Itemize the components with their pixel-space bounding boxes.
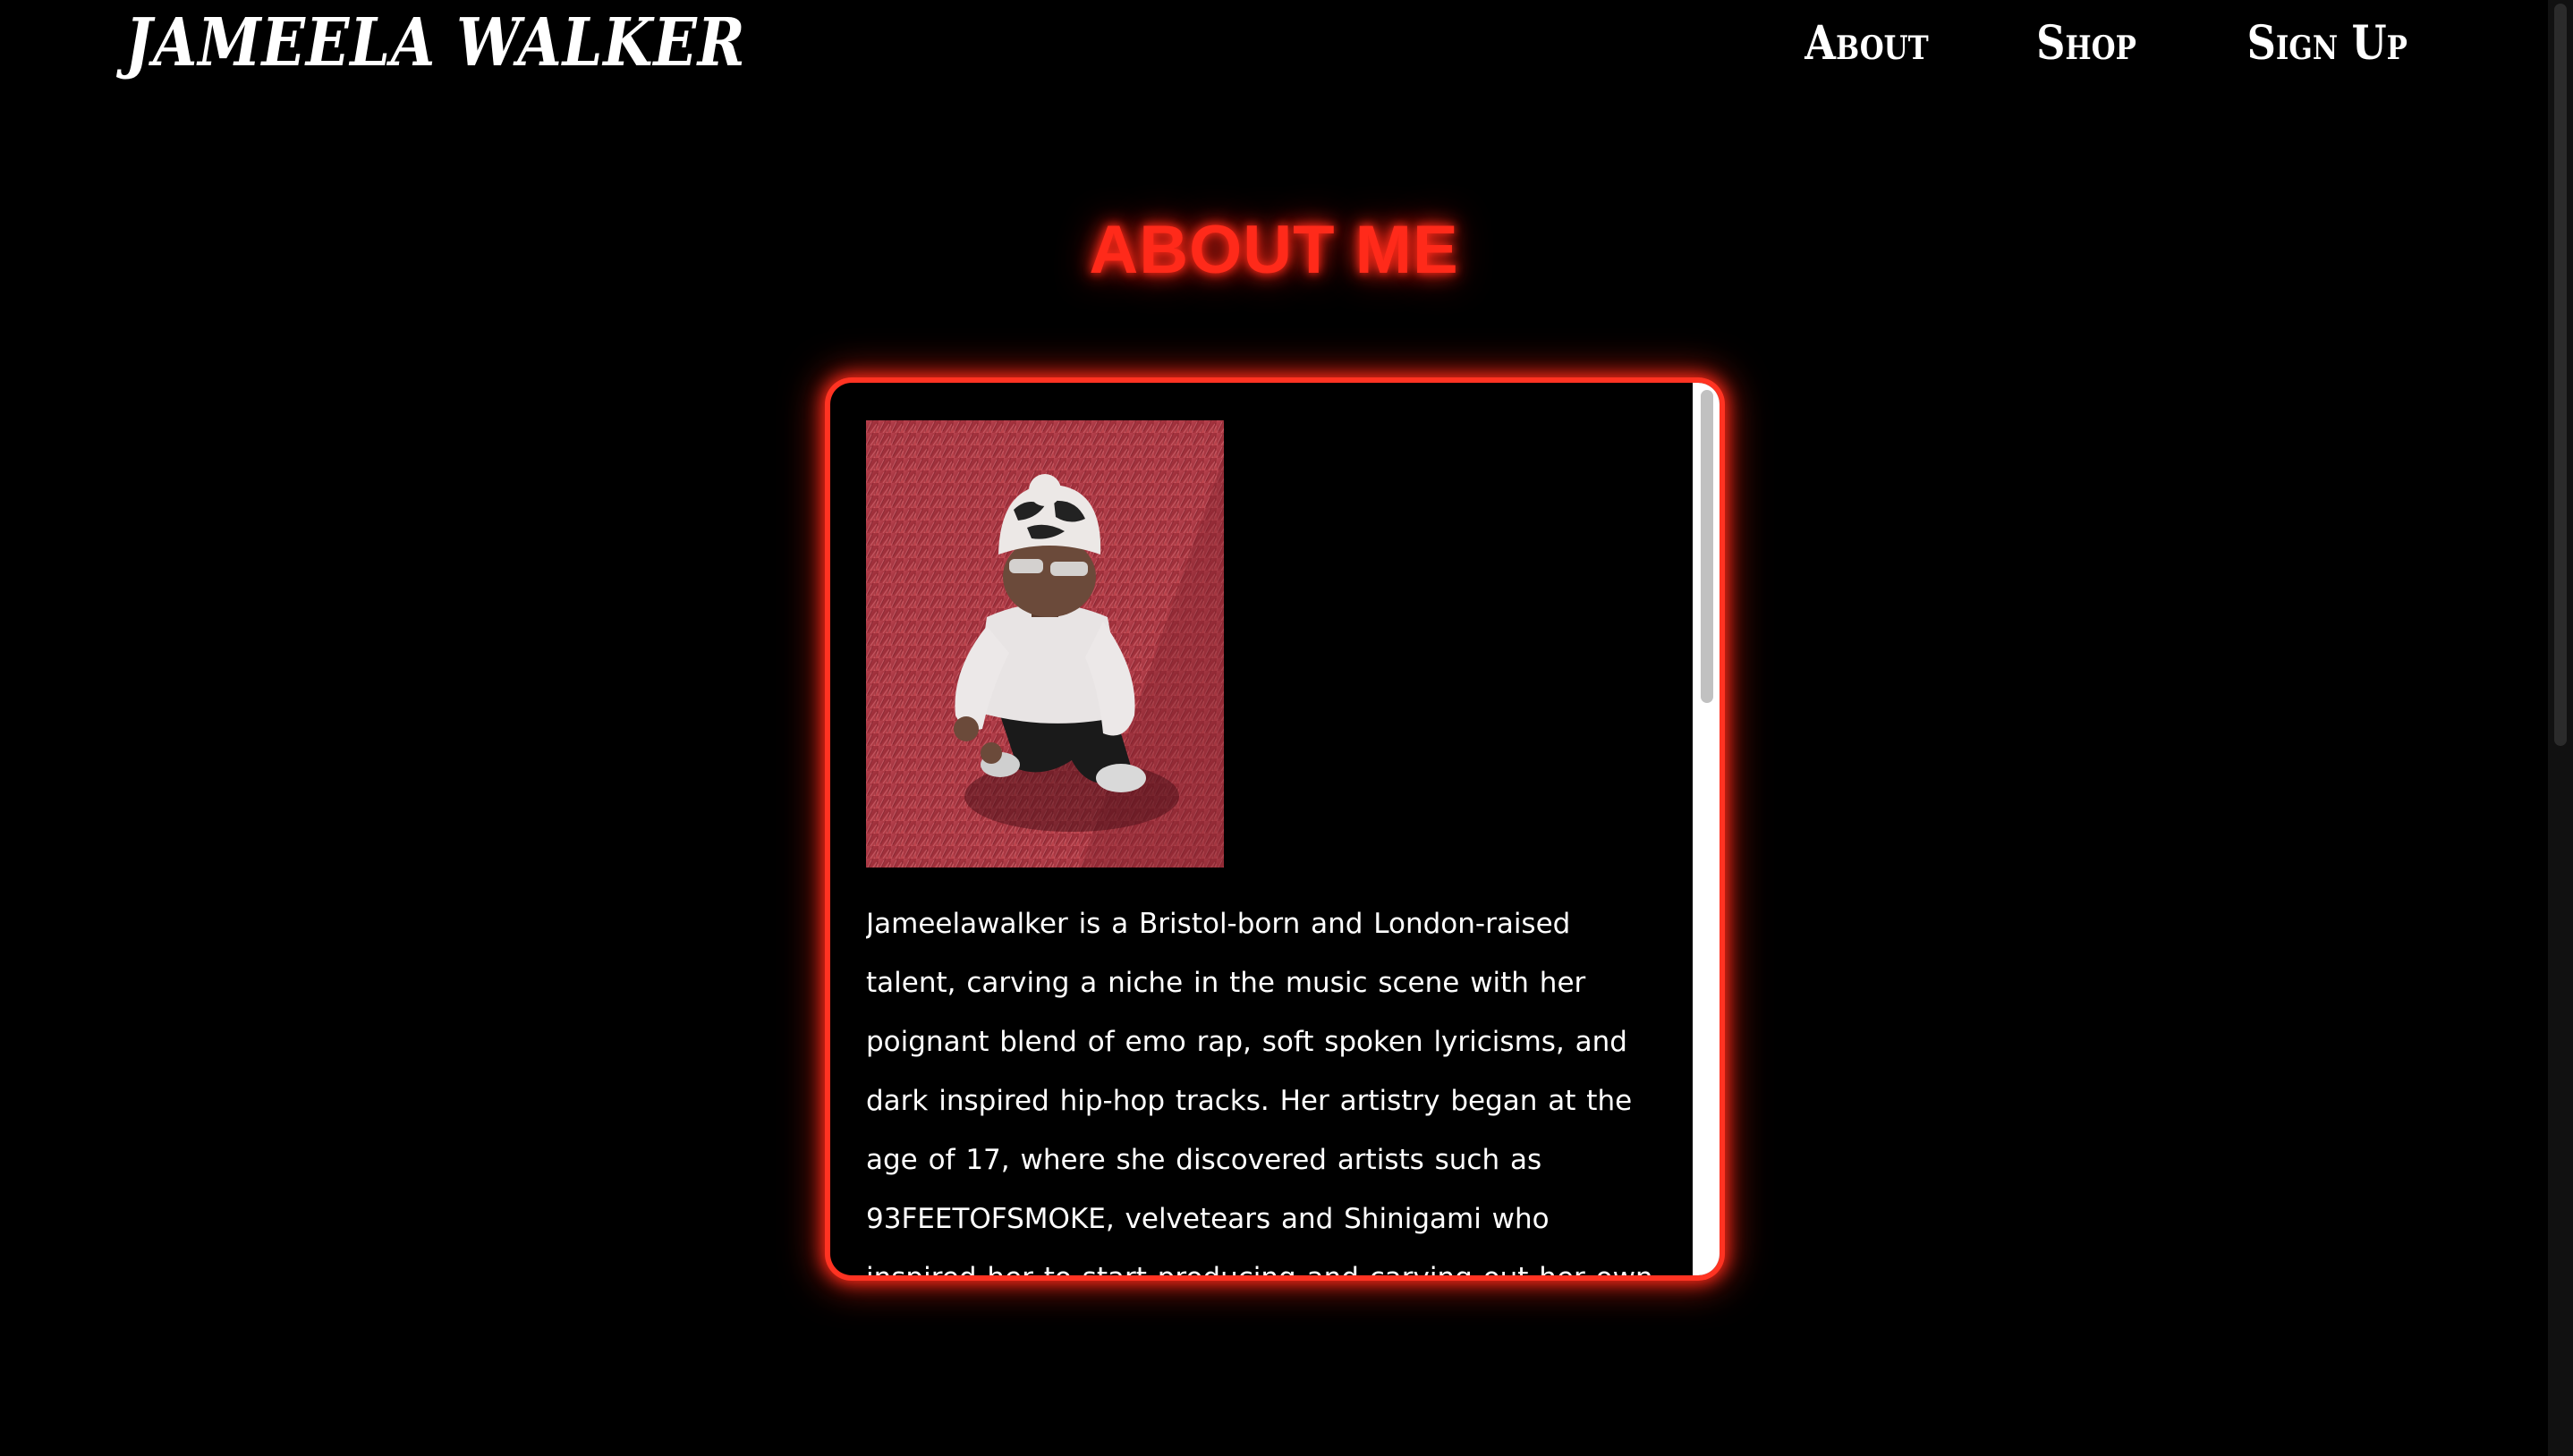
- page-scrollbar-thumb[interactable]: [2554, 4, 2567, 746]
- main-nav: About Shop Sign Up: [1795, 16, 2421, 72]
- nav-shop-link[interactable]: Shop: [2037, 16, 2137, 72]
- about-card[interactable]: Jameelawalker is a Bristol-born and Lond…: [830, 383, 1720, 1275]
- page-scrollbar[interactable]: [2548, 0, 2573, 1456]
- card-scrollbar-thumb[interactable]: [1701, 390, 1713, 703]
- about-card-content: Jameelawalker is a Bristol-born and Lond…: [866, 420, 1662, 1275]
- bio-text: Jameelawalker is a Bristol-born and Lond…: [866, 908, 1653, 1275]
- artist-photo: [866, 420, 1224, 868]
- card-scrollbar[interactable]: [1693, 383, 1720, 1275]
- nav-signup-link[interactable]: Sign Up: [2247, 16, 2407, 72]
- site-logo[interactable]: JAMEELA WALKER: [125, 4, 746, 83]
- page-title: ABOUT ME: [1089, 212, 1459, 288]
- nav-about-link[interactable]: About: [1805, 16, 1929, 72]
